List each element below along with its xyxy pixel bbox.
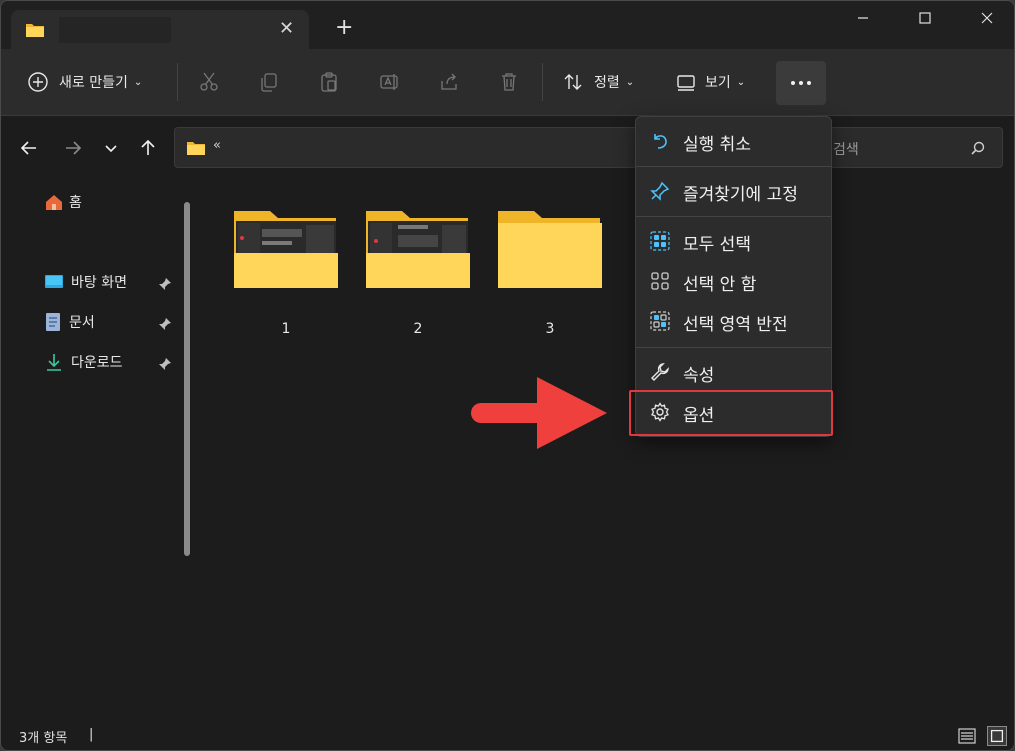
address-path: « (213, 138, 221, 153)
sidebar-item-label: 다운로드 (71, 355, 123, 371)
more-options-button[interactable] (776, 61, 826, 105)
menu-item-properties[interactable]: 속성 (636, 354, 833, 390)
menu-item-label: 속성 (683, 366, 715, 386)
menu-item-pin-to-quick-access[interactable]: 즐겨찾기에 고정 (636, 173, 833, 209)
sidebar-item-downloads[interactable]: 다운로드 (45, 350, 123, 374)
menu-item-label: 선택 영역 반전 (683, 315, 788, 335)
status-divider: | (89, 727, 94, 742)
command-bar: 새로 만들기 ⌄ 정렬 ⌄ 보기 ⌄ (1, 49, 1014, 116)
desktop-icon (45, 275, 63, 288)
view-label: 보기 (705, 75, 731, 91)
red-arrow-icon (471, 377, 607, 449)
sidebar-item-label: 바탕 화면 (71, 275, 127, 291)
status-bar: 3개 항목 | (1, 721, 1014, 750)
large-icons-view-icon[interactable] (987, 726, 1007, 746)
more-options-menu: 실행 취소 즐겨찾기에 고정 모두 선택 선택 안 함 선택 영역 반전 속성 … (635, 116, 832, 437)
folder-icon (187, 142, 205, 155)
menu-item-select-all[interactable]: 모두 선택 (636, 223, 833, 259)
sidebar-item-label: 홈 (69, 195, 82, 211)
explorer-tab[interactable]: ✕ (11, 10, 309, 49)
menu-item-label: 즐겨찾기에 고정 (683, 185, 798, 205)
close-tab-icon[interactable]: ✕ (279, 18, 294, 40)
back-arrow-icon[interactable] (19, 138, 39, 158)
cut-icon[interactable] (198, 71, 220, 93)
delete-icon[interactable] (498, 71, 520, 93)
pin-icon[interactable] (158, 317, 172, 331)
folder-icon (366, 211, 470, 288)
item-count: 3개 항목 (19, 731, 68, 746)
invert-selection-icon (650, 311, 670, 331)
ellipsis-icon (791, 81, 811, 85)
add-circle-icon (28, 72, 48, 92)
new-tab-button[interactable]: + (335, 15, 353, 41)
sidebar-scrollbar[interactable] (184, 202, 190, 556)
folder-item[interactable]: 1 (232, 207, 340, 337)
home-icon (46, 195, 62, 210)
new-button[interactable]: 새로 만들기 ⌄ (27, 61, 142, 103)
download-icon (47, 354, 61, 371)
tab-title (59, 17, 171, 43)
sidebar-item-documents[interactable]: 문서 (45, 310, 95, 334)
up-arrow-icon[interactable] (138, 138, 158, 158)
chevron-down-icon: ⌄ (625, 76, 635, 88)
pin-icon (650, 181, 670, 201)
menu-item-undo[interactable]: 실행 취소 (636, 123, 833, 159)
undo-icon (654, 134, 667, 149)
navigation-pane: 홈 바탕 화면 문서 다운로드 (1, 180, 183, 721)
folder-name: 3 (545, 321, 555, 337)
wrench-icon (651, 363, 669, 381)
file-explorer-window: ✕ + 새로 만들기 ⌄ 정렬 ⌄ 보기 ⌄ « 검색 홈 바탕 화면 문서 다… (0, 0, 1015, 751)
close-window-button[interactable] (967, 7, 1007, 29)
folder-icon (498, 211, 602, 288)
navigation-bar: « 검색 (1, 116, 1014, 180)
pin-icon[interactable] (158, 357, 172, 371)
view-button[interactable]: 보기 ⌄ (675, 61, 745, 103)
chevron-down-icon: ⌄ (133, 76, 143, 88)
menu-item-label: 모두 선택 (683, 235, 751, 255)
search-box[interactable]: 검색 (816, 127, 1003, 168)
share-icon[interactable] (438, 71, 460, 93)
search-placeholder: 검색 (833, 142, 859, 158)
details-view-icon[interactable] (957, 726, 977, 746)
menu-item-label: 실행 취소 (683, 135, 751, 155)
pin-icon[interactable] (158, 277, 172, 291)
sort-icon (564, 74, 582, 90)
title-bar: ✕ + (1, 1, 1014, 49)
folder-item[interactable]: 3 (496, 207, 604, 337)
view-icon (677, 75, 695, 91)
document-icon (46, 313, 60, 331)
rename-icon[interactable] (378, 71, 400, 93)
address-bar[interactable]: « (174, 127, 644, 168)
menu-item-invert-selection[interactable]: 선택 영역 반전 (636, 303, 833, 339)
folder-icon (26, 24, 44, 37)
search-icon (971, 141, 985, 155)
sort-label: 정렬 (594, 75, 620, 91)
forward-arrow-icon[interactable] (63, 138, 83, 158)
paste-icon[interactable] (318, 71, 340, 93)
folder-item[interactable]: 2 (364, 207, 472, 337)
sidebar-item-desktop[interactable]: 바탕 화면 (45, 270, 127, 294)
folder-icon (234, 211, 338, 288)
minimize-button[interactable] (843, 7, 883, 29)
sort-button[interactable]: 정렬 ⌄ (562, 61, 634, 103)
maximize-button[interactable] (905, 7, 945, 29)
chevron-down-icon: ⌄ (736, 76, 746, 88)
copy-icon[interactable] (258, 71, 280, 93)
sidebar-item-label: 문서 (69, 315, 95, 331)
select-all-icon (650, 231, 670, 251)
folder-name: 2 (413, 321, 423, 337)
recent-locations-chevron-icon[interactable] (103, 138, 119, 158)
new-button-label: 새로 만들기 (59, 75, 128, 91)
select-none-icon (651, 272, 669, 290)
sidebar-item-home[interactable]: 홈 (45, 190, 82, 214)
menu-item-label: 선택 안 함 (683, 275, 757, 295)
highlight-box (629, 390, 833, 436)
folder-name: 1 (281, 321, 291, 337)
menu-item-select-none[interactable]: 선택 안 함 (636, 263, 833, 299)
